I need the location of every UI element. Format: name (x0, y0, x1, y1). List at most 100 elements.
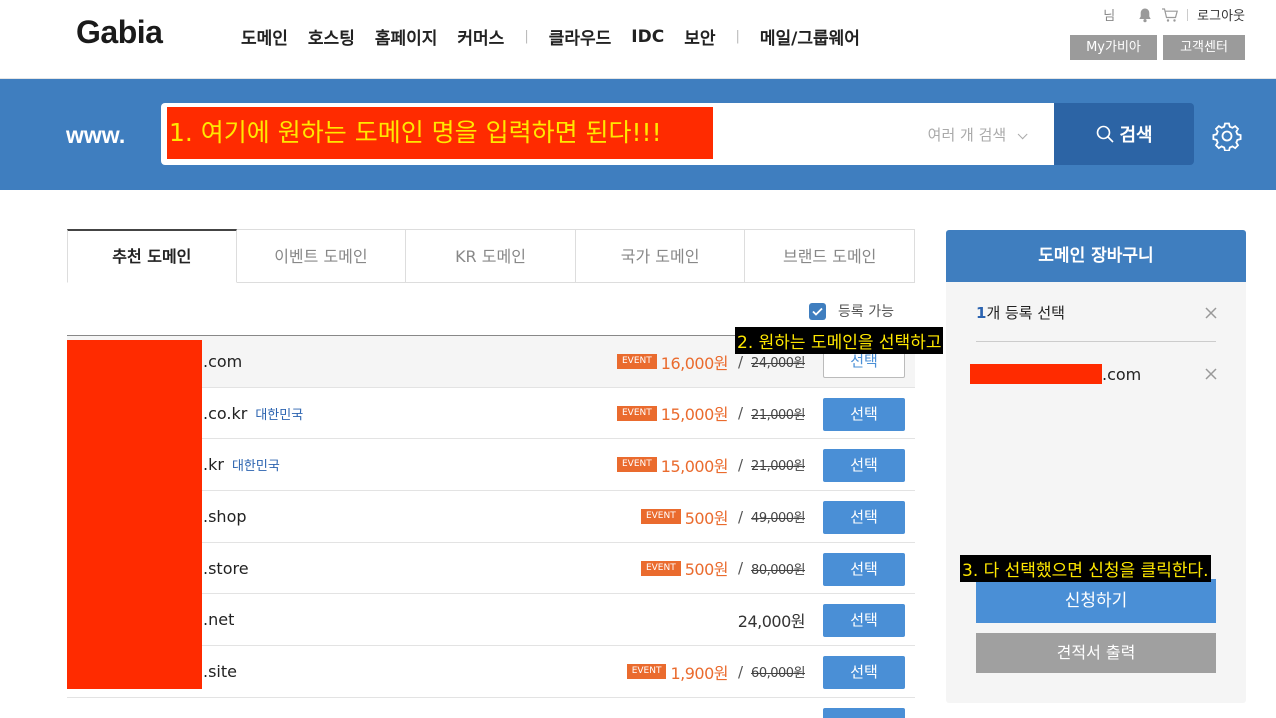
price-slash: / (737, 455, 744, 474)
table-row (67, 698, 915, 718)
event-badge: EVENT (626, 664, 667, 680)
event-badge: EVENT (617, 457, 657, 473)
chevron-down-icon (1017, 129, 1028, 140)
customer-center-button[interactable]: 고객센터 (1163, 35, 1245, 60)
www-prefix: www. (66, 122, 126, 148)
available-checkbox[interactable] (809, 302, 826, 320)
utility-bar: 님 로그아웃 (1103, 5, 1245, 24)
util-divider (1187, 8, 1189, 21)
domain-tld: .co.kr 대한민국 (203, 403, 304, 423)
price-info: 24,000원 (737, 594, 806, 645)
domain-tld: .kr 대한민국 (203, 455, 280, 475)
select-button[interactable]: 선택 (823, 656, 905, 690)
nav-mail-groupware[interactable]: 메일/그룹웨어 (760, 24, 860, 49)
price-slash: / (737, 662, 744, 681)
nav-divider: | (735, 29, 740, 44)
print-quote-button[interactable]: 견적서 출력 (976, 633, 1216, 673)
event-badge: EVENT (640, 560, 681, 576)
nav-cloud[interactable]: 클라우드 (549, 24, 612, 49)
search-box: 1. 여기에 원하는 도메인 명을 입력하면 된다!!! 여러 개 검색 (161, 103, 1054, 165)
cart-icon[interactable] (1161, 7, 1179, 23)
sale-price: 500원 (684, 508, 729, 528)
tab-country[interactable]: 국가 도메인 (575, 229, 746, 283)
original-price: 21,000원 (751, 459, 805, 475)
sale-price: 15,000원 (660, 456, 729, 476)
cart-item-tld: .com (1102, 364, 1142, 384)
select-button[interactable]: 선택 (823, 501, 905, 535)
price-slash: / (737, 352, 744, 371)
country-label: 대한민국 (255, 407, 304, 423)
price-slash: / (737, 559, 744, 578)
close-icon[interactable] (1204, 306, 1218, 320)
domain-cart-panel: 도메인 장바구니 1개 등록 선택 .com 신청하기 견적서 출력 (946, 230, 1246, 703)
select-button[interactable]: 선택 (823, 604, 905, 638)
sale-price: 1,900원 (670, 663, 728, 683)
regular-price: 24,000원 (737, 611, 806, 631)
original-price: 24,000원 (751, 356, 805, 371)
search-band: www. 1. 여기에 원하는 도메인 명을 입력하면 된다!!! 여러 개 검… (0, 79, 1276, 190)
price-info: EVENT 1,900원 / 60,000원 (626, 646, 805, 697)
user-name-suffix: 님 (1103, 9, 1116, 24)
nav-security[interactable]: 보안 (684, 24, 715, 49)
available-filter: 등록 가능 (809, 301, 894, 321)
event-badge: EVENT (617, 354, 657, 369)
original-price: 80,000원 (751, 562, 805, 578)
search-icon (1097, 125, 1115, 143)
gabia-logo[interactable]: Gabia (76, 14, 163, 51)
domain-tld: .net (203, 610, 235, 630)
bell-icon[interactable] (1137, 7, 1153, 23)
price-info: EVENT 15,000원 / 21,000원 (617, 388, 805, 439)
redaction-block (970, 364, 1102, 384)
event-badge: EVENT (640, 509, 681, 525)
search-button[interactable]: 검색 (1054, 103, 1194, 165)
gear-icon[interactable] (1212, 121, 1242, 151)
multi-search-toggle[interactable]: 여러 개 검색 (927, 124, 1028, 145)
my-gabia-button[interactable]: My가비아 (1070, 35, 1157, 60)
nav-idc[interactable]: IDC (631, 27, 664, 47)
domain-tld: .com (203, 352, 243, 371)
step3-annotation: 3. 다 선택했으면 신청을 클릭한다. (960, 555, 1211, 582)
select-button[interactable]: 선택 (823, 552, 905, 586)
select-button[interactable]: 선택 (823, 449, 905, 483)
tab-event[interactable]: 이벤트 도메인 (236, 229, 407, 283)
select-button[interactable]: 선택 (823, 397, 905, 431)
original-price: 49,000원 (751, 511, 805, 527)
domain-tabs: 추천 도메인 이벤트 도메인 KR 도메인 국가 도메인 브랜드 도메인 (67, 229, 915, 283)
tab-recommended[interactable]: 추천 도메인 (67, 229, 237, 283)
close-icon[interactable] (1204, 367, 1218, 381)
domain-tld: .store (203, 558, 249, 578)
top-header: Gabia 도메인 호스팅 홈페이지 커머스 | 클라우드 IDC 보안 | 메… (0, 0, 1276, 79)
cart-count-number: 1 (976, 304, 987, 322)
domain-tld: .site (203, 662, 237, 682)
nav-homepage[interactable]: 홈페이지 (375, 24, 438, 49)
event-badge: EVENT (617, 405, 657, 421)
tab-brand[interactable]: 브랜드 도메인 (745, 229, 915, 283)
nav-commerce[interactable]: 커머스 (457, 24, 504, 49)
redaction-block (67, 340, 202, 689)
domain-tld: .shop (203, 507, 247, 527)
original-price: 60,000원 (751, 666, 805, 682)
cart-count-label: 개 등록 선택 (986, 304, 1065, 322)
price-info: EVENT 500원 / 80,000원 (640, 543, 805, 594)
multi-search-label: 여러 개 검색 (927, 126, 1007, 144)
search-button-label: 검색 (1119, 125, 1153, 146)
nav-hosting[interactable]: 호스팅 (308, 24, 355, 49)
logout-link[interactable]: 로그아웃 (1197, 5, 1245, 24)
nav-divider: | (524, 29, 529, 44)
original-price: 21,000원 (751, 407, 805, 423)
price-info: EVENT 15,000원 / 21,000원 (617, 439, 805, 490)
available-label: 등록 가능 (838, 304, 894, 320)
sale-price: 15,000원 (660, 405, 729, 425)
util-buttons: My가비아 고객센터 (1064, 35, 1245, 60)
cart-item: .com (970, 364, 1141, 384)
domain-search-input[interactable]: 1. 여기에 원하는 도메인 명을 입력하면 된다!!! (167, 107, 713, 159)
select-button[interactable] (823, 707, 905, 718)
sale-price: 500원 (684, 560, 729, 580)
check-icon (812, 307, 823, 316)
tab-kr[interactable]: KR 도메인 (406, 229, 576, 283)
price-slash: / (737, 507, 744, 526)
apply-button[interactable]: 신청하기 (976, 579, 1216, 623)
nav-domain[interactable]: 도메인 (241, 24, 288, 49)
cart-divider (976, 341, 1216, 342)
main-nav: 도메인 호스팅 홈페이지 커머스 | 클라우드 IDC 보안 | 메일/그룹웨어 (241, 24, 880, 50)
